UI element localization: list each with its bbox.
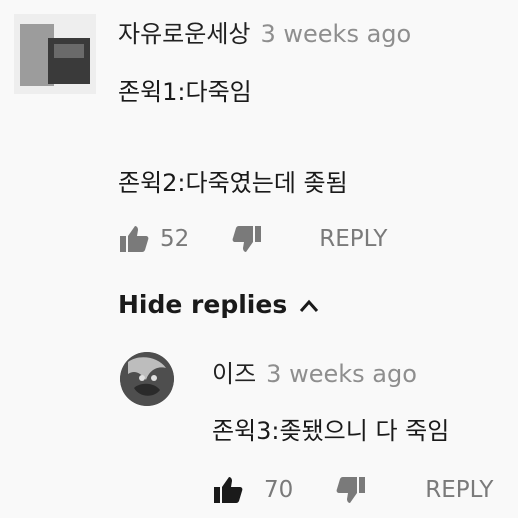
like-count: 52 [160, 226, 190, 252]
comment-timestamp[interactable]: 3 weeks ago [260, 20, 411, 48]
comment-avatar[interactable] [14, 14, 96, 94]
reply-button[interactable]: REPLY [319, 226, 387, 252]
comment-header: 자유로운세상 3 weeks ago [118, 14, 411, 49]
reply-avatar[interactable] [120, 352, 174, 406]
chevron-up-icon [299, 290, 319, 319]
like-icon[interactable] [212, 475, 244, 505]
comment-action-bar: 52 REPLY [118, 224, 387, 254]
like-icon[interactable] [118, 224, 150, 254]
reply-button[interactable]: REPLY [425, 477, 493, 503]
hide-replies-button[interactable]: Hide replies [118, 290, 319, 319]
reply-action-bar: 70 REPLY [212, 475, 493, 505]
reply-timestamp[interactable]: 3 weeks ago [266, 360, 417, 388]
comment-author[interactable]: 자유로운세상 [118, 20, 250, 48]
reply-author[interactable]: 이즈 [212, 360, 256, 388]
reply-text: 존윅3:좆됐으니 다 죽임 [212, 417, 450, 445]
dislike-icon[interactable] [231, 224, 263, 254]
comment-text-line-2: 존윅2:다죽였는데 좆됨 [118, 169, 348, 197]
hide-replies-label: Hide replies [118, 290, 288, 319]
like-count: 70 [264, 477, 294, 503]
reply-header: 이즈 3 weeks ago [212, 354, 417, 389]
dislike-icon[interactable] [335, 475, 367, 505]
comment-text-line-1: 존윅1:다죽임 [118, 78, 252, 106]
